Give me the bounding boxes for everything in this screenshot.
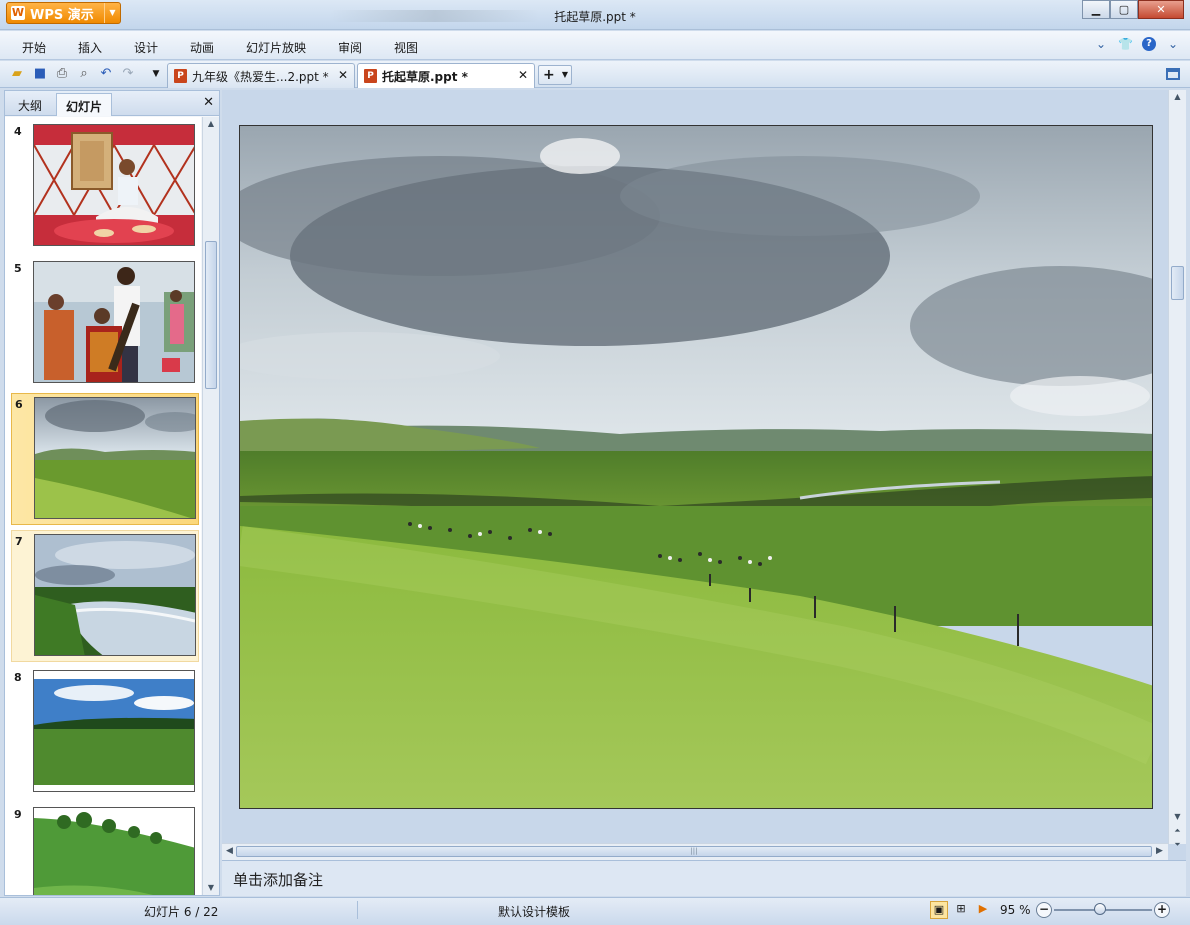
scroll-thumb[interactable] xyxy=(1171,266,1184,300)
slide-number: 5 xyxy=(14,262,22,275)
previous-slide-icon[interactable]: ⏶ xyxy=(1169,826,1186,836)
ppt-file-icon: P xyxy=(174,69,187,83)
tab-label: 托起草原.ppt * xyxy=(382,70,468,84)
new-tab-button[interactable]: + ▼ xyxy=(538,65,572,85)
slide-thumbnail-5[interactable]: 5 xyxy=(11,258,199,390)
zoom-slider-knob[interactable] xyxy=(1094,903,1106,915)
tab-slides[interactable]: 幻灯片 xyxy=(56,93,113,116)
redo-icon[interactable]: ↷ xyxy=(120,66,136,82)
slide-preview xyxy=(33,670,195,792)
menu-review[interactable]: 审阅 xyxy=(338,39,362,56)
notes-pane[interactable]: 单击添加备注 xyxy=(222,860,1186,896)
scroll-down-icon[interactable]: ▼ xyxy=(1169,812,1186,821)
slide-thumbnail-8[interactable]: 8 xyxy=(11,667,199,799)
toolbar: ▰ ■ ⎙ ⌕ ↶ ↷ ▼ P 九年级《热爱生...2.ppt * ✕ P 托起… xyxy=(0,61,1190,88)
menu-slideshow[interactable]: 幻灯片放映 xyxy=(246,39,306,56)
zoom-out-button[interactable]: − xyxy=(1036,902,1052,918)
scroll-up-icon[interactable]: ▲ xyxy=(203,117,219,131)
slide-number: 4 xyxy=(14,125,22,138)
slide-preview xyxy=(34,534,196,656)
slide-preview xyxy=(33,124,195,246)
close-window-button[interactable]: ✕ xyxy=(1138,0,1184,19)
chevron-down-icon[interactable]: ▼ xyxy=(562,66,568,84)
scroll-down-icon[interactable]: ▼ xyxy=(203,881,219,895)
scroll-thumb[interactable]: ||| xyxy=(236,846,1152,857)
slide-sorter-icon[interactable]: ⊞ xyxy=(952,901,970,919)
slide-thumbnail-6[interactable]: 6 xyxy=(11,393,199,525)
slide-thumbnail-4[interactable]: 4 xyxy=(11,121,199,253)
close-icon[interactable]: ✕ xyxy=(203,95,214,110)
save-icon[interactable]: ■ xyxy=(32,66,48,82)
restore-layout-icon[interactable] xyxy=(1166,68,1180,80)
chevron-down-icon[interactable]: ⌄ xyxy=(1094,37,1108,51)
zoom-in-button[interactable]: + xyxy=(1154,902,1170,918)
status-bar: 幻灯片 6 / 22 默认设计模板 ▣ ⊞ ▶ 95 % − + xyxy=(0,897,1190,925)
thumbnail-list: 4 5 6 7 8 9 xyxy=(5,117,201,895)
scroll-left-icon[interactable]: ◀ xyxy=(226,846,233,856)
status-divider xyxy=(357,901,358,919)
thumbnail-scrollbar[interactable]: ▲ ▼ xyxy=(202,117,219,895)
maximize-button[interactable]: ▢ xyxy=(1110,0,1138,19)
ppt-file-icon: P xyxy=(364,69,377,83)
slide-thumbnail-9[interactable]: 9 xyxy=(11,804,199,895)
slide-preview xyxy=(33,807,195,895)
notes-placeholder: 单击添加备注 xyxy=(233,871,324,889)
minimize-button[interactable]: ▁ xyxy=(1082,0,1110,19)
slide-editor: ▲ ▼ ⏶ ⏷ ◀ ||| ▶ xyxy=(222,90,1186,860)
skin-shirt-icon[interactable]: 👕 xyxy=(1118,37,1133,51)
menu-animation[interactable]: 动画 xyxy=(190,39,214,56)
slide-thumbnail-7[interactable]: 7 xyxy=(11,530,199,662)
template-name: 默认设计模板 xyxy=(498,905,571,919)
close-icon[interactable]: ✕ xyxy=(338,68,348,82)
slide-number: 6 xyxy=(15,398,23,411)
tab-document-1[interactable]: P 九年级《热爱生...2.ppt * ✕ xyxy=(167,63,355,88)
next-slide-icon[interactable]: ⏷ xyxy=(1169,840,1186,850)
slide-preview xyxy=(34,397,196,519)
tab-outline[interactable]: 大纲 xyxy=(9,93,51,116)
menu-bar: 开始 插入 设计 动画 幻灯片放映 审阅 视图 ⌄ 👕 ? ⌄ xyxy=(0,31,1190,60)
scroll-up-icon[interactable]: ▲ xyxy=(1169,92,1186,101)
menu-insert[interactable]: 插入 xyxy=(78,39,102,56)
play-slideshow-icon[interactable]: ▶ xyxy=(974,901,992,919)
slide-number: 7 xyxy=(15,535,23,548)
tab-document-2[interactable]: P 托起草原.ppt * ✕ xyxy=(357,63,535,88)
zoom-level: 95 % xyxy=(1000,903,1031,917)
current-slide[interactable] xyxy=(239,125,1153,809)
normal-view-icon[interactable]: ▣ xyxy=(930,901,948,919)
slide-vertical-scrollbar[interactable]: ▲ ▼ ⏶ ⏷ xyxy=(1168,90,1186,849)
slide-indicator: 幻灯片 6 / 22 xyxy=(144,905,219,919)
scroll-thumb[interactable] xyxy=(205,241,217,389)
menu-view[interactable]: 视图 xyxy=(394,39,418,56)
slide-number: 9 xyxy=(14,808,22,821)
slide-preview xyxy=(33,261,195,383)
undo-icon[interactable]: ↶ xyxy=(98,66,114,82)
close-icon[interactable]: ✕ xyxy=(518,68,528,82)
help-icon[interactable]: ? xyxy=(1142,37,1156,51)
window-title: 托起草原.ppt * xyxy=(554,10,636,24)
slide-horizontal-scrollbar[interactable]: ◀ ||| ▶ xyxy=(222,843,1168,860)
print-preview-icon[interactable]: ⌕ xyxy=(76,66,92,82)
customize-dropdown-icon[interactable]: ▼ xyxy=(148,66,164,82)
open-folder-icon[interactable]: ▰ xyxy=(9,66,25,82)
title-bar: W WPS 演示 ▼ 托起草原.ppt * ▁ ▢ ✕ xyxy=(0,0,1190,30)
print-icon[interactable]: ⎙ xyxy=(54,66,70,82)
tab-label: 九年级《热爱生...2.ppt * xyxy=(192,70,329,84)
panel-tabs: 大纲 幻灯片 ✕ xyxy=(5,91,219,116)
options-dropdown-icon[interactable]: ⌄ xyxy=(1166,37,1180,51)
window-controls: ▁ ▢ ✕ xyxy=(1082,0,1184,19)
menu-home[interactable]: 开始 xyxy=(22,39,46,56)
slide-number: 8 xyxy=(14,671,22,684)
menu-right-icons: ⌄ 👕 ? ⌄ xyxy=(1094,37,1180,51)
slides-panel: 大纲 幻灯片 ✕ 4 5 6 7 8 9 ▲ ▼ xyxy=(4,90,220,896)
scroll-right-icon[interactable]: ▶ xyxy=(1156,846,1163,856)
menu-design[interactable]: 设计 xyxy=(134,39,158,56)
